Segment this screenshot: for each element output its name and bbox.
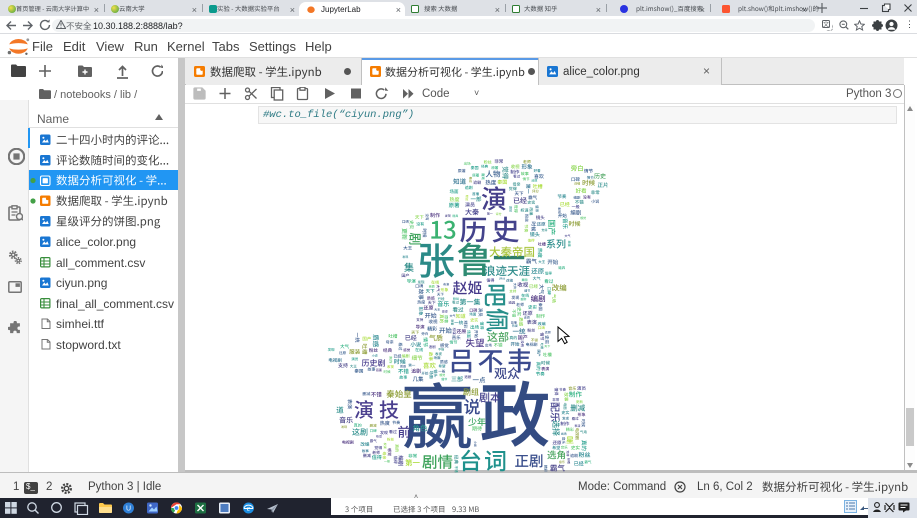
svg-text:U: U: [126, 506, 131, 513]
svg-text:文: 文: [823, 20, 829, 28]
svg-text:e: e: [247, 504, 251, 513]
